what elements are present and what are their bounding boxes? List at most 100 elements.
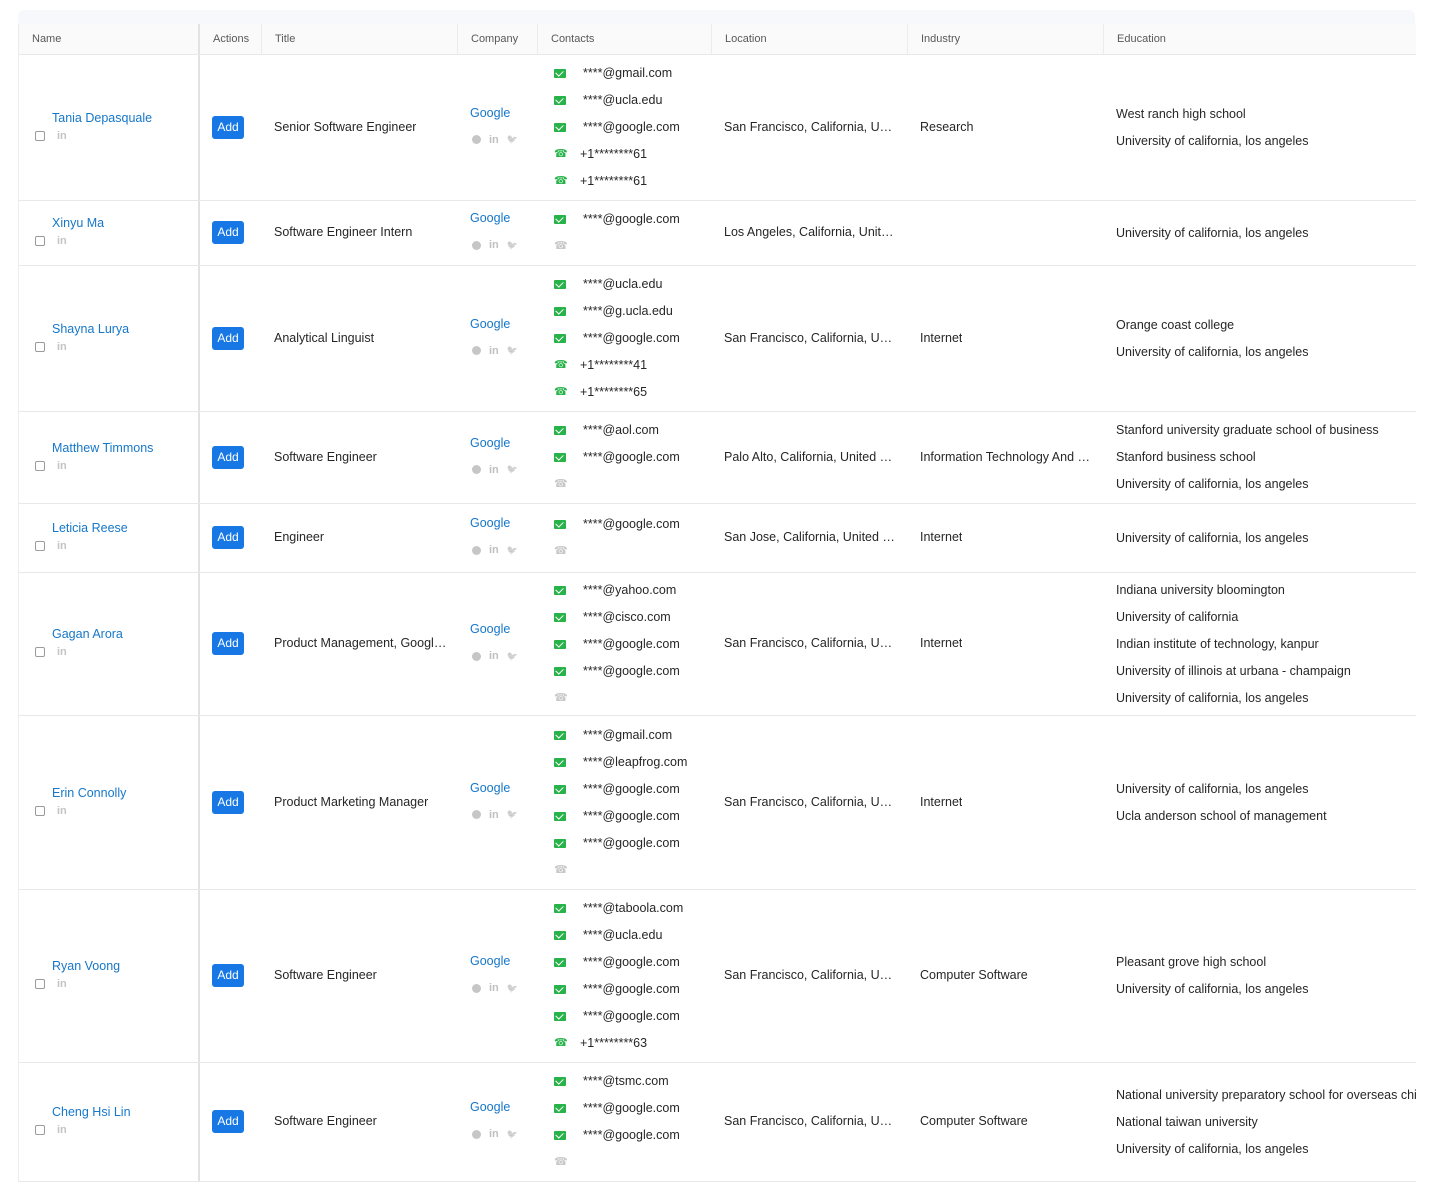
person-name-link[interactable]: Shayna Lurya <box>52 322 129 336</box>
add-button[interactable]: Add <box>212 221 244 244</box>
email-value[interactable]: ****@google.com <box>583 444 680 471</box>
column-header-contacts[interactable]: Contacts <box>538 24 712 54</box>
email-value[interactable]: ****@google.com <box>583 631 680 658</box>
row-checkbox[interactable] <box>35 805 45 816</box>
add-button[interactable]: Add <box>212 790 244 814</box>
email-value[interactable]: ****@google.com <box>583 325 680 352</box>
row-checkbox[interactable] <box>35 979 45 989</box>
company-link[interactable]: Google <box>470 516 510 530</box>
column-header-actions[interactable]: Actions <box>200 24 262 54</box>
linkedin-icon[interactable]: in <box>489 544 499 556</box>
person-name-link[interactable]: Ryan Voong <box>52 959 120 973</box>
globe-icon[interactable] <box>472 545 481 555</box>
column-header-title[interactable]: Title <box>262 24 458 54</box>
email-value[interactable]: ****@cisco.com <box>583 604 671 631</box>
twitter-icon[interactable]: 🐦 <box>507 134 518 145</box>
email-value[interactable]: ****@google.com <box>583 976 680 1003</box>
add-button[interactable]: Add <box>212 526 244 549</box>
column-header-name[interactable]: Name <box>19 24 200 54</box>
company-link[interactable]: Google <box>470 622 510 636</box>
add-button[interactable]: Add <box>212 1110 244 1133</box>
email-value[interactable]: ****@google.com <box>583 830 680 857</box>
twitter-icon[interactable]: 🐦 <box>507 1129 518 1140</box>
person-name-link[interactable]: Erin Connolly <box>52 786 126 800</box>
linkedin-icon[interactable]: in <box>489 650 499 662</box>
linkedin-icon[interactable]: in <box>489 464 499 476</box>
email-value[interactable]: ****@tsmc.com <box>583 1068 669 1095</box>
globe-icon[interactable] <box>472 240 481 250</box>
phone-value[interactable]: +1********41 <box>580 352 647 379</box>
twitter-icon[interactable]: 🐦 <box>507 983 518 994</box>
person-name-link[interactable]: Gagan Arora <box>52 627 123 641</box>
company-link[interactable]: Google <box>470 781 510 795</box>
add-button[interactable]: Add <box>212 445 244 469</box>
email-value[interactable]: ****@google.com <box>583 658 680 685</box>
email-value[interactable]: ****@gmail.com <box>583 60 672 87</box>
linkedin-icon[interactable]: in <box>489 134 499 146</box>
linkedin-icon[interactable]: in <box>57 646 67 658</box>
company-link[interactable]: Google <box>470 211 510 225</box>
row-checkbox[interactable] <box>35 130 45 141</box>
column-header-company[interactable]: Company <box>458 24 538 54</box>
twitter-icon[interactable]: 🐦 <box>507 545 518 556</box>
twitter-icon[interactable]: 🐦 <box>507 240 518 251</box>
company-link[interactable]: Google <box>470 436 510 450</box>
linkedin-icon[interactable]: in <box>489 239 499 251</box>
phone-value[interactable]: +1********61 <box>580 168 647 195</box>
phone-value[interactable]: +1********63 <box>580 1030 647 1057</box>
row-checkbox[interactable] <box>35 341 45 352</box>
email-value[interactable]: ****@g.ucla.edu <box>583 298 673 325</box>
phone-value[interactable]: +1********61 <box>580 141 647 168</box>
email-value[interactable]: ****@gmail.com <box>583 722 672 749</box>
person-name-link[interactable]: Cheng Hsi Lin <box>52 1105 131 1119</box>
add-button[interactable]: Add <box>212 964 244 987</box>
email-value[interactable]: ****@yahoo.com <box>583 577 676 604</box>
globe-icon[interactable] <box>472 983 481 993</box>
company-link[interactable]: Google <box>470 106 510 120</box>
twitter-icon[interactable]: 🐦 <box>507 809 518 820</box>
phone-value[interactable]: +1********65 <box>580 379 647 406</box>
company-link[interactable]: Google <box>470 954 510 968</box>
twitter-icon[interactable]: 🐦 <box>507 651 518 662</box>
globe-icon[interactable] <box>472 1129 481 1139</box>
linkedin-icon[interactable]: in <box>57 460 67 472</box>
email-value[interactable]: ****@ucla.edu <box>583 922 662 949</box>
twitter-icon[interactable]: 🐦 <box>507 345 518 356</box>
twitter-icon[interactable]: 🐦 <box>507 464 518 475</box>
company-link[interactable]: Google <box>470 1100 510 1114</box>
email-value[interactable]: ****@google.com <box>583 1095 680 1122</box>
person-name-link[interactable]: Leticia Reese <box>52 521 128 535</box>
column-header-education[interactable]: Education <box>1104 24 1416 54</box>
linkedin-icon[interactable]: in <box>57 235 67 247</box>
email-value[interactable]: ****@google.com <box>583 114 680 141</box>
email-value[interactable]: ****@google.com <box>583 206 680 233</box>
email-value[interactable]: ****@google.com <box>583 803 680 830</box>
linkedin-icon[interactable]: in <box>489 982 499 994</box>
globe-icon[interactable] <box>472 135 481 144</box>
company-link[interactable]: Google <box>470 317 510 331</box>
email-value[interactable]: ****@google.com <box>583 1122 680 1149</box>
linkedin-icon[interactable]: in <box>489 1128 499 1140</box>
row-checkbox[interactable] <box>35 647 45 657</box>
email-value[interactable]: ****@leapfrog.com <box>583 749 687 776</box>
email-value[interactable]: ****@google.com <box>583 1003 680 1030</box>
row-checkbox[interactable] <box>35 460 45 471</box>
add-button[interactable]: Add <box>212 326 244 350</box>
email-value[interactable]: ****@ucla.edu <box>583 271 662 298</box>
person-name-link[interactable]: Tania Depasquale <box>52 111 152 125</box>
email-value[interactable]: ****@google.com <box>583 949 680 976</box>
row-checkbox[interactable] <box>35 1125 45 1135</box>
linkedin-icon[interactable]: in <box>57 341 67 353</box>
linkedin-icon[interactable]: in <box>57 805 67 817</box>
linkedin-icon[interactable]: in <box>57 130 67 142</box>
person-name-link[interactable]: Matthew Timmons <box>52 441 153 455</box>
email-value[interactable]: ****@google.com <box>583 511 680 538</box>
globe-icon[interactable] <box>472 346 481 355</box>
linkedin-icon[interactable]: in <box>489 345 499 357</box>
row-checkbox[interactable] <box>35 236 45 246</box>
email-value[interactable]: ****@taboola.com <box>583 895 683 922</box>
email-value[interactable]: ****@aol.com <box>583 417 659 444</box>
linkedin-icon[interactable]: in <box>57 978 67 990</box>
email-value[interactable]: ****@google.com <box>583 776 680 803</box>
person-name-link[interactable]: Xinyu Ma <box>52 216 104 230</box>
